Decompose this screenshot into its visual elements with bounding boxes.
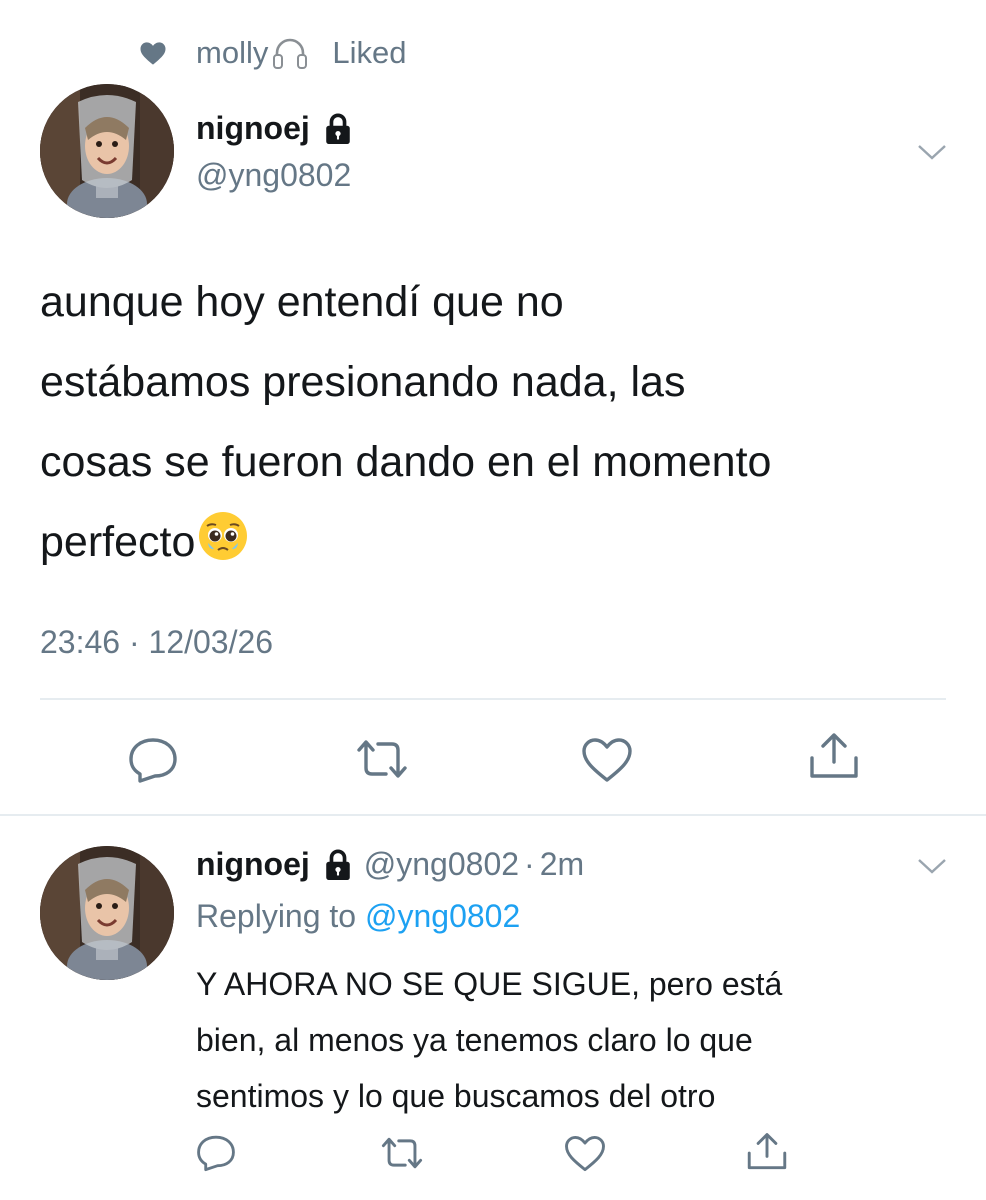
replying-to-handle[interactable]: @yng0802 — [365, 898, 520, 934]
liker-name[interactable]: molly — [196, 35, 268, 71]
lock-icon — [325, 848, 350, 880]
tweet-text: aunque hoy entendí que no estábamos pres… — [40, 262, 950, 582]
avatar[interactable] — [40, 84, 174, 218]
social-context: molly Liked — [138, 30, 406, 76]
display-name[interactable]: nignoej — [196, 846, 310, 883]
avatar[interactable] — [40, 846, 174, 980]
divider — [0, 814, 986, 816]
pleading-face-emoji-icon — [199, 512, 248, 560]
display-name[interactable]: nignoej — [196, 110, 310, 147]
share-icon[interactable] — [808, 732, 860, 780]
reply-text-line: bien, al menos ya tenemos claro lo que — [196, 1022, 753, 1058]
reply-icon[interactable] — [128, 736, 178, 784]
tweet-text-line: cosas se fueron dando en el momento — [40, 438, 772, 486]
avatar-image — [40, 84, 174, 218]
reply-text: Y AHORA NO SE QUE SIGUE, pero está bien,… — [196, 956, 956, 1124]
share-icon[interactable] — [746, 1132, 788, 1171]
heart-icon[interactable] — [581, 737, 633, 783]
social-action: Liked — [332, 35, 407, 70]
author-name-row[interactable]: nignoej — [196, 110, 354, 147]
tweet-text-line: estábamos presionando nada, las — [40, 358, 686, 406]
replying-to-label: Replying to — [196, 898, 365, 934]
meta-separator: · — [524, 846, 535, 882]
handle[interactable]: @yng0802 — [196, 157, 351, 194]
handle[interactable]: @yng0802 — [364, 846, 519, 883]
reply-icon[interactable] — [196, 1134, 236, 1172]
tweet-age[interactable]: 2m — [540, 846, 584, 883]
replying-to: Replying to @yng0802 — [196, 898, 520, 935]
reply-text-line: sentimos y lo que buscamos del otro — [196, 1078, 716, 1114]
divider — [40, 698, 946, 700]
tweet-text-line: aunque hoy entendí que no — [40, 278, 564, 326]
chevron-down-icon[interactable] — [916, 856, 948, 876]
reply-text-line: Y AHORA NO SE QUE SIGUE, pero está — [196, 966, 783, 1002]
retweet-icon[interactable] — [380, 1136, 424, 1170]
lock-icon — [325, 112, 350, 144]
avatar-image — [40, 846, 174, 980]
headphones-emoji-icon — [273, 38, 308, 69]
retweet-icon[interactable] — [355, 738, 409, 780]
heart-icon[interactable] — [564, 1135, 606, 1172]
reply-author-row[interactable]: nignoej @yng0802 · 2m — [196, 846, 584, 883]
tweet-text-line: perfecto — [40, 502, 950, 582]
heart-icon — [140, 42, 166, 65]
chevron-down-icon[interactable] — [916, 142, 948, 162]
tweet-timestamp[interactable]: 23:46 · 12/03/26 — [40, 624, 273, 661]
tweet-text-last-line: perfecto — [40, 518, 196, 566]
